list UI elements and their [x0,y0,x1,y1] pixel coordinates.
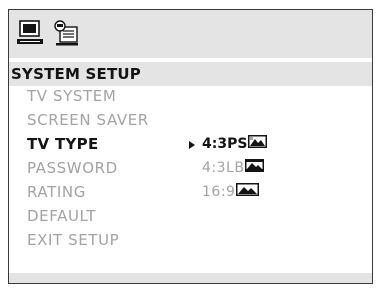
menu-item-default[interactable]: DEFAULT [27,207,96,225]
section-title: SYSTEM SETUP [9,62,372,86]
option-4-3-pan-scan[interactable]: 4:3PS [202,135,268,152]
menu-item-password[interactable]: PASSWORD [27,159,118,177]
menu-item-tv-system[interactable]: TV SYSTEM [27,87,116,105]
settings-icon[interactable] [51,18,81,48]
option-16-9[interactable]: 16:9 [202,183,260,200]
menu-item-screen-saver[interactable]: SCREEN SAVER [27,111,149,129]
option-label: 4:3LB [202,159,245,176]
selection-pointer-icon [189,141,195,149]
letterbox-thumbnail-icon [245,159,265,176]
widescreen-thumbnail-icon [236,183,260,200]
option-label: 16:9 [202,183,236,200]
bottom-bar [9,273,372,283]
menu-item-exit-setup[interactable]: EXIT SETUP [27,231,119,249]
option-label: 4:3PS [202,135,248,152]
menu-item-tv-type[interactable]: TV TYPE [27,135,99,153]
pan-scan-thumbnail-icon [248,135,268,152]
setup-menu-screen: SYSTEM SETUP TV SYSTEM SCREEN SAVER TV T… [8,9,373,284]
menu-item-rating[interactable]: RATING [27,183,86,201]
option-4-3-letterbox[interactable]: 4:3LB [202,159,265,176]
icon-bar [9,10,372,58]
computer-icon[interactable] [15,18,45,48]
